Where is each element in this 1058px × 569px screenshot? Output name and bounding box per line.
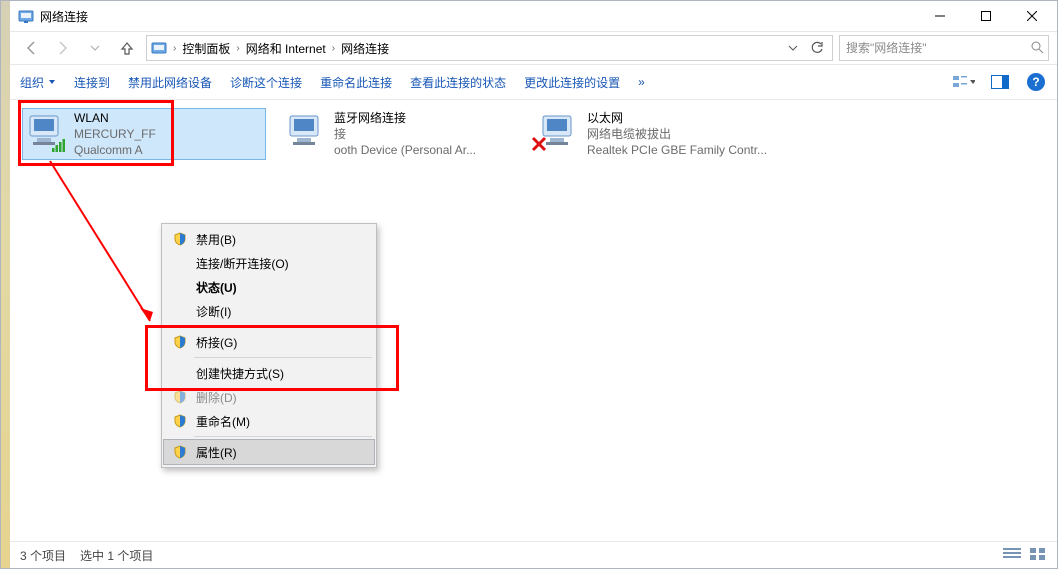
help-button[interactable]: ? [1025, 71, 1047, 93]
desktop-edge [0, 0, 10, 569]
menu-rename[interactable]: 重命名(M) [164, 409, 374, 433]
item-name: 以太网 [587, 110, 767, 126]
item-line2: MERCURY_FF [74, 126, 156, 142]
window-title: 网络连接 [40, 8, 88, 25]
minimize-button[interactable] [917, 1, 963, 31]
connect-to-button[interactable]: 连接到 [74, 74, 110, 91]
nic-icon [537, 110, 581, 152]
menu-bridge[interactable]: 桥接(G) [164, 330, 374, 354]
error-icon [531, 136, 547, 155]
menu-diagnose[interactable]: 诊断(I) [164, 299, 374, 323]
item-line3: Qualcomm A [74, 142, 156, 158]
content-area[interactable]: WLAN MERCURY_FF Qualcomm A 蓝牙网络连接 接 ooth… [10, 100, 1057, 535]
search-box[interactable] [839, 35, 1049, 61]
disable-device-button[interactable]: 禁用此网络设备 [128, 74, 212, 91]
view-options-button[interactable] [953, 71, 975, 93]
item-name: WLAN [74, 110, 156, 126]
signal-icon [52, 138, 68, 152]
shield-icon [172, 444, 188, 460]
network-icon [151, 40, 167, 56]
menu-properties[interactable]: 属性(R) [163, 439, 375, 465]
menu-create-shortcut[interactable]: 创建快捷方式(S) [164, 361, 374, 385]
shield-icon [172, 413, 188, 429]
preview-pane-button[interactable] [989, 71, 1011, 93]
command-bar: 组织 连接到 禁用此网络设备 诊断这个连接 重命名此连接 查看此连接的状态 更改… [10, 64, 1057, 100]
menu-divider [194, 326, 372, 327]
chevron-right-icon: › [234, 43, 241, 54]
network-icon [18, 8, 34, 24]
item-line2: 网络电缆被拔出 [587, 126, 767, 142]
menu-divider [194, 436, 372, 437]
status-count: 3 个项目 [20, 547, 66, 564]
maximize-button[interactable] [963, 1, 1009, 31]
chevron-right-icon: › [330, 43, 337, 54]
recent-dropdown[interactable] [82, 35, 108, 61]
menu-delete[interactable]: 删除(D) [164, 385, 374, 409]
search-icon [1030, 40, 1044, 57]
overflow-button[interactable]: » [638, 75, 645, 89]
network-item-ethernet[interactable]: 以太网 网络电缆被拔出 Realtek PCIe GBE Family Cont… [535, 108, 784, 160]
context-menu: 禁用(B) 连接/断开连接(O) 状态(U) 诊断(I) 桥接(G) 创建快捷方… [161, 223, 377, 468]
forward-button[interactable] [50, 35, 76, 61]
menu-divider [194, 357, 372, 358]
network-item-wlan[interactable]: WLAN MERCURY_FF Qualcomm A [22, 108, 266, 160]
item-line2: 接 [334, 126, 476, 142]
shield-icon [172, 389, 188, 405]
status-selected: 选中 1 个项目 [80, 547, 153, 564]
shield-icon [172, 334, 188, 350]
details-view-icon[interactable] [1003, 547, 1021, 564]
window: 网络连接 › 控制面板 › 网络和 Internet › 网络连接 [0, 0, 1058, 569]
search-input[interactable] [844, 40, 1026, 56]
address-dropdown[interactable] [782, 37, 804, 59]
titlebar: 网络连接 [10, 1, 1057, 31]
breadcrumb-item[interactable]: 控制面板 [182, 40, 230, 57]
large-icons-view-icon[interactable] [1029, 547, 1047, 564]
address-box[interactable]: › 控制面板 › 网络和 Internet › 网络连接 [146, 35, 833, 61]
item-line3: ooth Device (Personal Ar... [334, 142, 476, 158]
item-line3: Realtek PCIe GBE Family Contr... [587, 142, 767, 158]
back-button[interactable] [18, 35, 44, 61]
diagnose-button[interactable]: 诊断这个连接 [230, 74, 302, 91]
shield-icon [172, 231, 188, 247]
network-item-bluetooth[interactable]: 蓝牙网络连接 接 ooth Device (Personal Ar... [282, 108, 531, 160]
menu-status[interactable]: 状态(U) [164, 275, 374, 299]
refresh-button[interactable] [806, 37, 828, 59]
rename-connection-button[interactable]: 重命名此连接 [320, 74, 392, 91]
organize-menu[interactable]: 组织 [20, 74, 56, 91]
window-inner: 网络连接 › 控制面板 › 网络和 Internet › 网络连接 [10, 1, 1057, 568]
up-button[interactable] [114, 35, 140, 61]
breadcrumb-item[interactable]: 网络和 Internet [246, 40, 326, 57]
close-button[interactable] [1009, 1, 1055, 31]
nic-icon [284, 110, 328, 152]
view-status-button[interactable]: 查看此连接的状态 [410, 74, 506, 91]
change-settings-button[interactable]: 更改此连接的设置 [524, 74, 620, 91]
address-bar: › 控制面板 › 网络和 Internet › 网络连接 [10, 31, 1057, 64]
item-name: 蓝牙网络连接 [334, 110, 476, 126]
menu-disable[interactable]: 禁用(B) [164, 227, 374, 251]
menu-connect[interactable]: 连接/断开连接(O) [164, 251, 374, 275]
status-bar: 3 个项目 选中 1 个项目 [10, 541, 1057, 568]
nic-icon [24, 110, 68, 152]
chevron-right-icon: › [171, 43, 178, 54]
breadcrumb-item[interactable]: 网络连接 [341, 40, 389, 57]
